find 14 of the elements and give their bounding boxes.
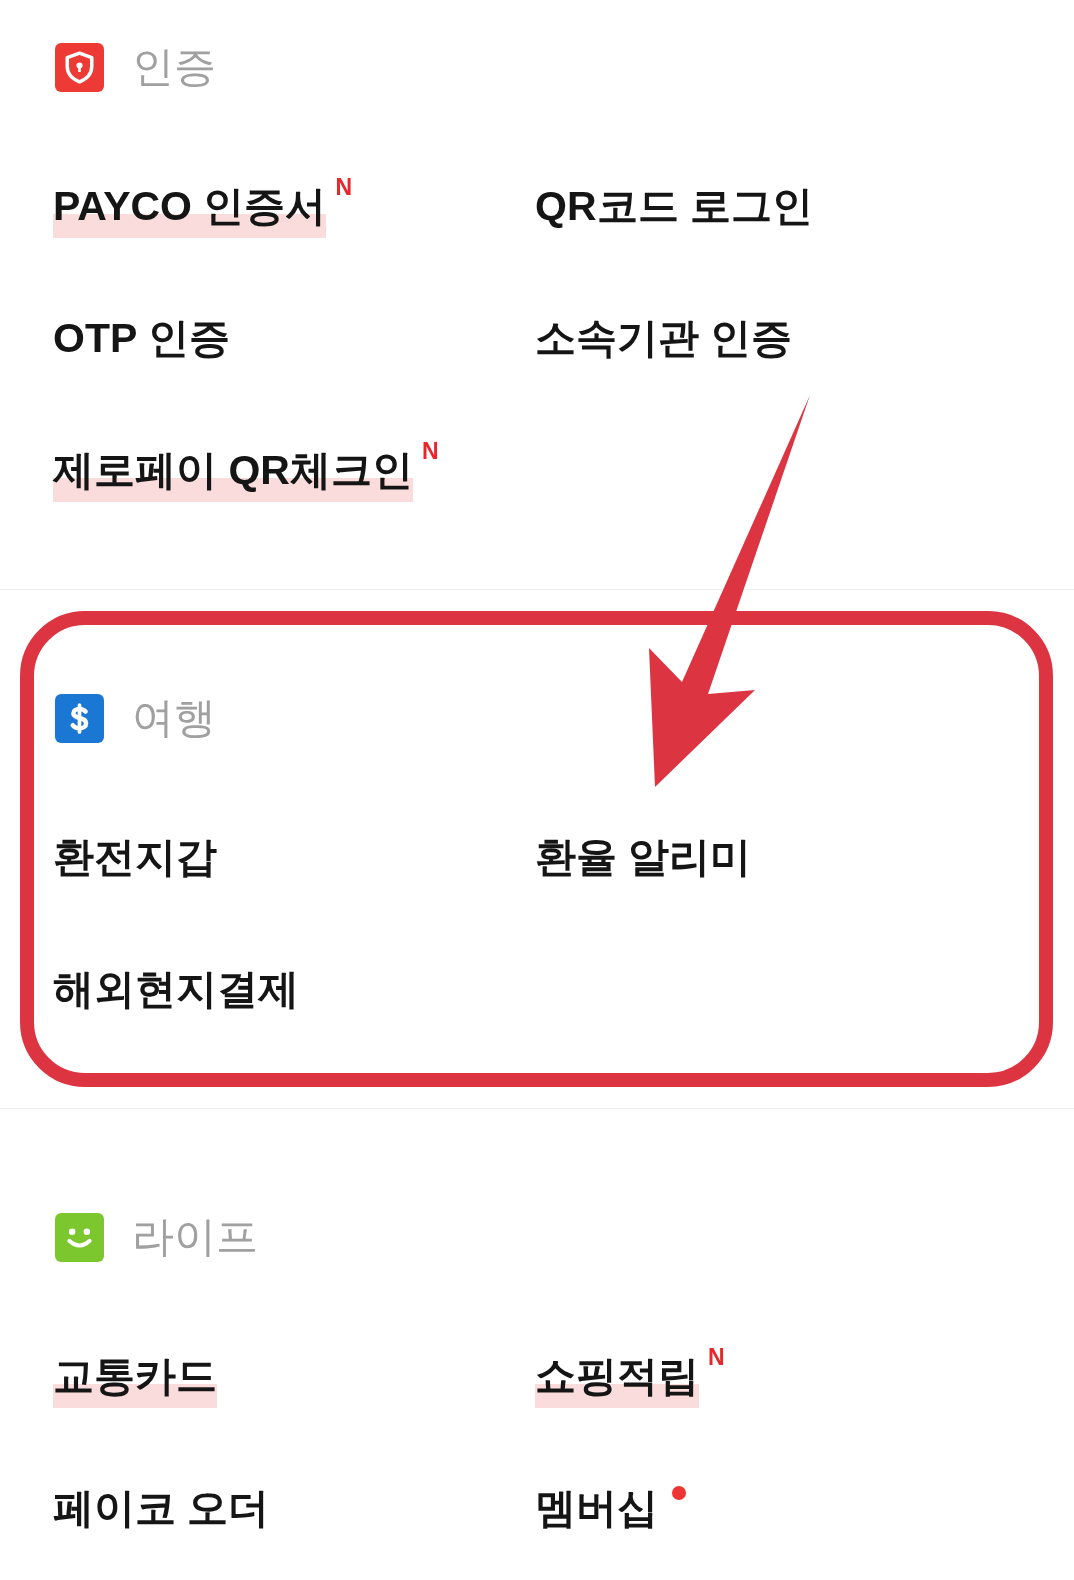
section-title: 라이프: [132, 1211, 258, 1262]
section-title: 인증: [132, 41, 216, 92]
section-title: 여행: [132, 692, 216, 743]
menu-item[interactable]: 페이코 오더: [53, 1477, 270, 1541]
menu-item[interactable]: 멤버십: [535, 1477, 658, 1541]
menu-item[interactable]: QR코드 로그인: [535, 175, 813, 239]
new-label: N: [708, 1345, 725, 1369]
menu-item[interactable]: 해외현지결제: [53, 958, 299, 1022]
menu-item[interactable]: OTP 인증: [53, 307, 230, 371]
menu-item[interactable]: 소속기관 인증: [535, 307, 793, 371]
new-label: N: [421, 439, 439, 463]
menu-item[interactable]: 환전지갑: [53, 826, 217, 890]
menu-item[interactable]: 환율 알리미: [535, 826, 752, 890]
new-label: N: [335, 175, 352, 199]
